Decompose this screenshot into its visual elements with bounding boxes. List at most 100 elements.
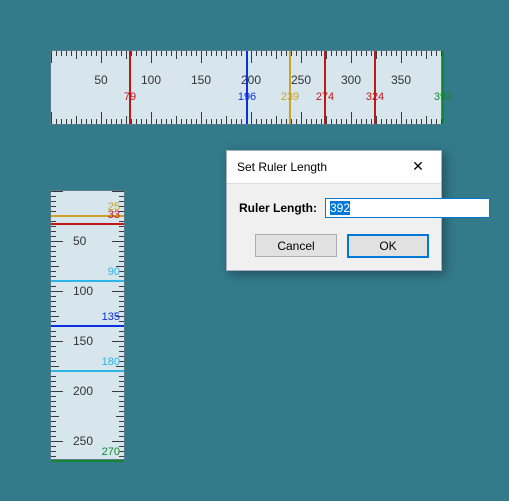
vruler-tick bbox=[51, 381, 56, 382]
hruler-tick bbox=[346, 119, 347, 124]
hruler-marker-label: 79 bbox=[124, 91, 136, 103]
hruler-tick bbox=[156, 51, 157, 56]
vruler-tick bbox=[51, 301, 56, 302]
hruler-tick bbox=[256, 119, 257, 124]
hruler-tick bbox=[146, 119, 147, 124]
vruler-marker[interactable]: 90 bbox=[51, 280, 124, 282]
vruler-marker[interactable]: 135 bbox=[51, 325, 124, 327]
vruler-tick bbox=[51, 256, 56, 257]
hruler-tick bbox=[341, 51, 342, 56]
vruler-tick bbox=[119, 296, 124, 297]
hruler-marker[interactable]: 239 bbox=[289, 51, 291, 124]
vruler-tick bbox=[119, 256, 124, 257]
hruler-tick bbox=[291, 119, 292, 124]
vruler-tick bbox=[119, 306, 124, 307]
vruler-tick bbox=[51, 401, 56, 402]
hruler-tick bbox=[111, 51, 112, 56]
hruler-tick bbox=[176, 116, 177, 124]
hruler-tick bbox=[106, 51, 107, 56]
cancel-button[interactable]: Cancel bbox=[255, 234, 337, 257]
hruler-tick bbox=[236, 51, 237, 56]
vruler-tick bbox=[119, 286, 124, 287]
hruler-tick bbox=[366, 51, 367, 56]
hruler-tick bbox=[351, 51, 352, 63]
hruler-label: 350 bbox=[391, 73, 411, 87]
vruler-tick bbox=[51, 426, 56, 427]
vruler-tick bbox=[51, 351, 56, 352]
ok-button[interactable]: OK bbox=[347, 234, 429, 258]
hruler-tick bbox=[376, 116, 377, 124]
vruler-tick bbox=[119, 421, 124, 422]
hruler-tick bbox=[206, 51, 207, 56]
hruler-tick bbox=[426, 116, 427, 124]
hruler-tick bbox=[286, 119, 287, 124]
vruler-marker[interactable]: 180 bbox=[51, 370, 124, 372]
vruler-tick bbox=[51, 196, 56, 197]
hruler-tick bbox=[141, 119, 142, 124]
hruler-tick bbox=[376, 51, 377, 59]
vruler-tick bbox=[119, 301, 124, 302]
vruler-tick bbox=[51, 311, 56, 312]
vruler-tick bbox=[51, 431, 56, 432]
hruler-tick bbox=[96, 51, 97, 56]
vruler-marker[interactable]: 270 bbox=[51, 460, 124, 462]
dialog-titlebar[interactable]: Set Ruler Length ✕ bbox=[227, 151, 441, 184]
hruler-tick bbox=[371, 51, 372, 56]
vruler-tick bbox=[119, 226, 124, 227]
horizontal-ruler[interactable]: 5010015020025030035079196239274324392 bbox=[50, 50, 442, 125]
hruler-tick bbox=[81, 51, 82, 56]
vruler-tick bbox=[51, 201, 56, 202]
vruler-tick bbox=[116, 416, 124, 417]
hruler-marker[interactable]: 274 bbox=[324, 51, 326, 124]
vruler-tick bbox=[51, 271, 56, 272]
hruler-tick bbox=[86, 51, 87, 56]
vruler-tick bbox=[51, 206, 56, 207]
hruler-marker[interactable]: 79 bbox=[129, 51, 131, 124]
vertical-ruler[interactable]: 50100150200250253390135180270 bbox=[50, 190, 125, 460]
vruler-tick bbox=[119, 336, 124, 337]
hruler-tick bbox=[196, 119, 197, 124]
vruler-tick bbox=[51, 416, 59, 417]
hruler-tick bbox=[356, 51, 357, 56]
vruler-tick bbox=[119, 251, 124, 252]
hruler-tick bbox=[186, 51, 187, 56]
hruler-tick bbox=[286, 51, 287, 56]
vruler-tick bbox=[51, 211, 56, 212]
hruler-tick bbox=[296, 119, 297, 124]
hruler-marker[interactable]: 324 bbox=[374, 51, 376, 124]
hruler-tick bbox=[181, 119, 182, 124]
hruler-tick bbox=[281, 119, 282, 124]
vruler-label: 50 bbox=[73, 234, 86, 248]
vruler-tick bbox=[51, 306, 56, 307]
vruler-tick bbox=[51, 451, 56, 452]
vruler-marker-label: 270 bbox=[102, 446, 120, 458]
hruler-tick bbox=[301, 112, 302, 124]
close-icon[interactable]: ✕ bbox=[403, 157, 433, 177]
hruler-tick bbox=[241, 51, 242, 56]
hruler-tick bbox=[146, 51, 147, 56]
vruler-tick bbox=[51, 441, 63, 442]
hruler-tick bbox=[261, 119, 262, 124]
hruler-tick bbox=[416, 51, 417, 56]
vruler-tick bbox=[51, 226, 56, 227]
hruler-tick bbox=[221, 119, 222, 124]
vruler-tick bbox=[51, 296, 56, 297]
hruler-label: 250 bbox=[291, 73, 311, 87]
hruler-tick bbox=[366, 119, 367, 124]
vruler-marker[interactable]: 33 bbox=[51, 223, 124, 225]
hruler-tick bbox=[316, 119, 317, 124]
hruler-marker[interactable]: 392 bbox=[442, 51, 444, 124]
vruler-tick bbox=[119, 376, 124, 377]
ruler-length-input[interactable] bbox=[325, 198, 490, 218]
vruler-tick bbox=[51, 191, 63, 192]
set-ruler-length-dialog[interactable]: Set Ruler Length ✕ Ruler Length: Cancel … bbox=[226, 150, 442, 271]
hruler-marker[interactable]: 196 bbox=[246, 51, 248, 124]
vruler-tick bbox=[51, 331, 56, 332]
hruler-tick bbox=[86, 119, 87, 124]
hruler-tick bbox=[131, 119, 132, 124]
hruler-tick bbox=[116, 51, 117, 56]
hruler-tick bbox=[156, 119, 157, 124]
hruler-tick bbox=[361, 119, 362, 124]
vruler-tick bbox=[51, 361, 56, 362]
vruler-tick bbox=[51, 316, 59, 317]
